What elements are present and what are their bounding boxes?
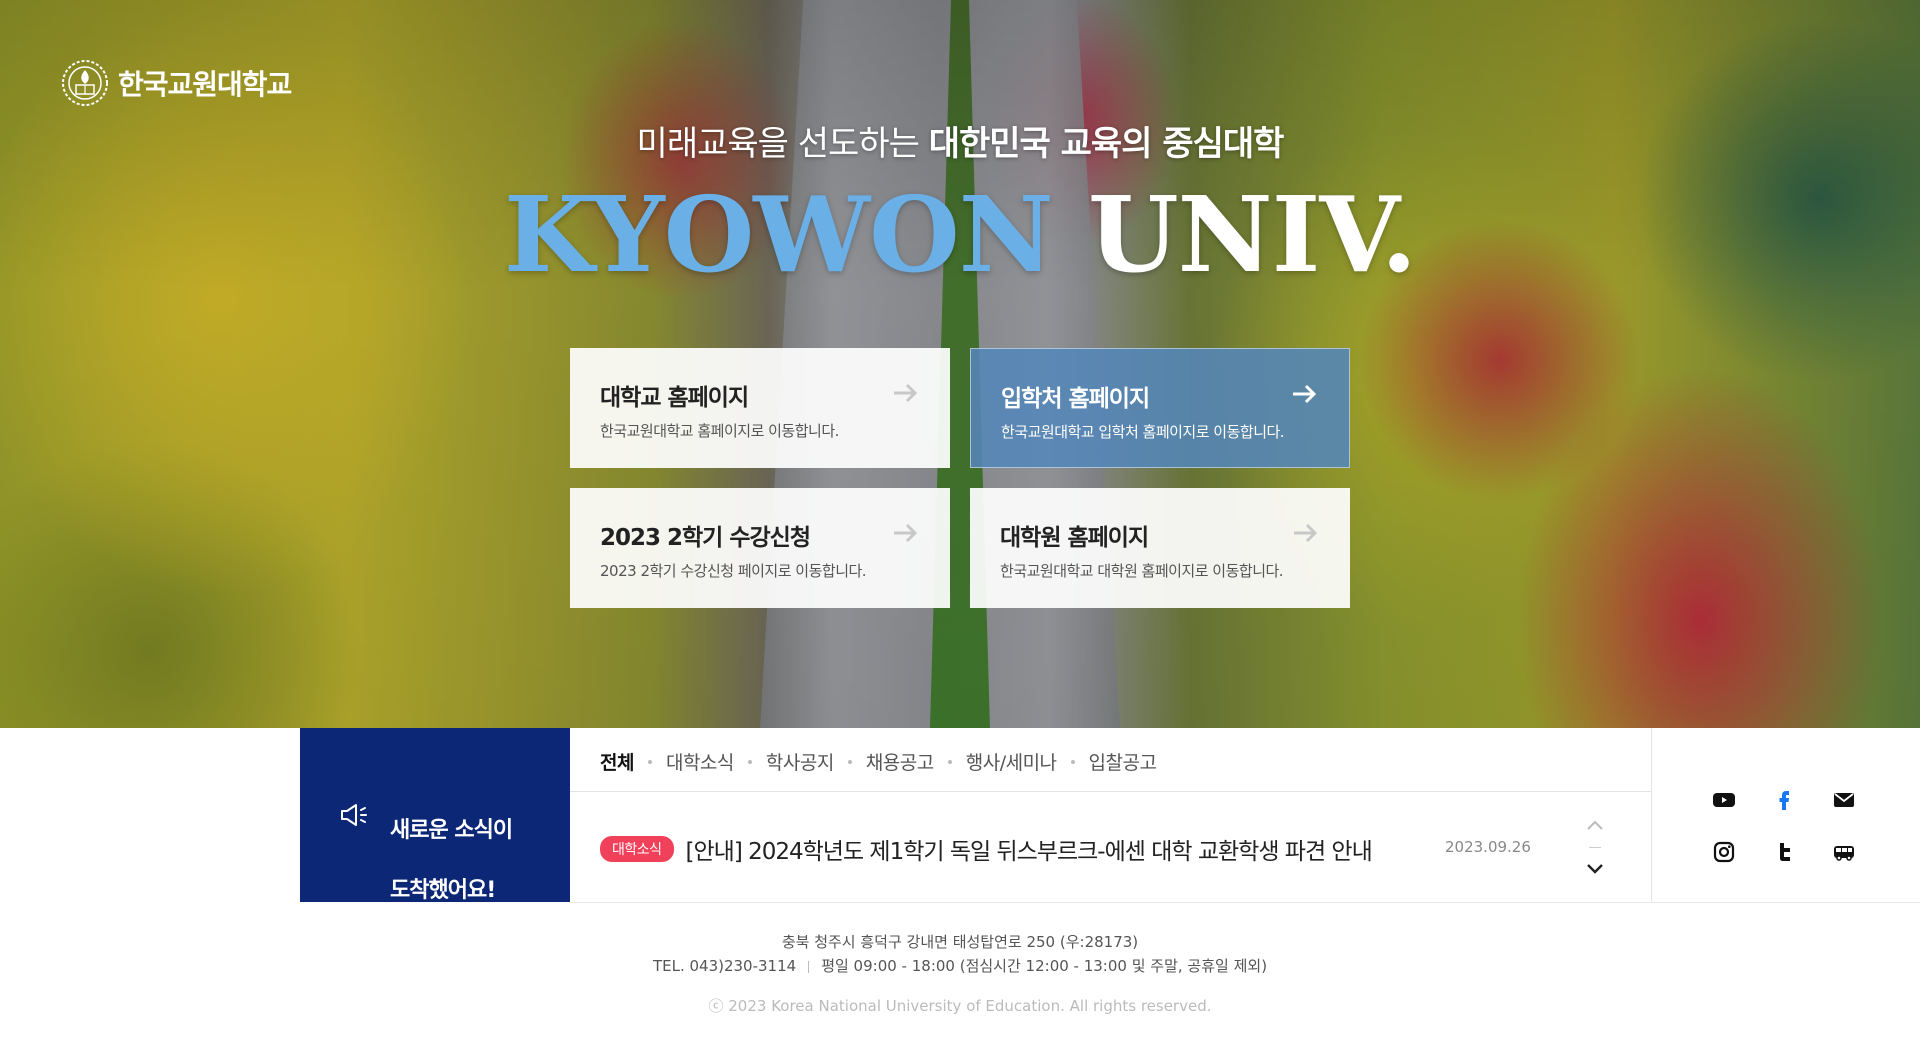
megaphone-icon: [341, 804, 367, 826]
facebook-icon[interactable]: [1772, 788, 1796, 812]
university-emblem-icon: [62, 60, 108, 106]
quick-link-course-registration[interactable]: 2023 2학기 수강신청 2023 2학기 수강신청 페이지로 이동합니다.: [570, 488, 950, 608]
news-message-line1: 새로운 소식이: [390, 818, 513, 843]
tab-all[interactable]: 전체: [600, 748, 634, 775]
news-panel: 전체 대학소식 학사공지 채용공고 행사/세미나 입찰공고 대학소식 [안내] …: [570, 728, 1651, 902]
tab-recruitment[interactable]: 채용공고: [866, 748, 934, 775]
news-item[interactable]: 대학소식 [안내] 2024학년도 제1학기 독일 뒤스부르크-에센 대학 교환…: [600, 832, 1373, 866]
youtube-icon[interactable]: [1712, 788, 1736, 812]
instagram-icon[interactable]: [1712, 840, 1736, 864]
hero-tagline: 미래교육을 선도하는 대한민국 교육의 중심대학: [0, 116, 1920, 165]
news-message-line2: 도착했어요!: [390, 878, 496, 903]
brand-kyowon: KYOWON: [503, 173, 1054, 296]
tab-academic-notice[interactable]: 학사공지: [766, 748, 834, 775]
quick-link-desc: 2023 2학기 수강신청 페이지로 이동합니다.: [600, 562, 867, 580]
quick-link-desc: 한국교원대학교 홈페이지로 이동합니다.: [600, 422, 839, 440]
quick-link-title: 입학처 홈페이지: [1001, 386, 1150, 412]
tab-events-seminar[interactable]: 행사/세미나: [966, 748, 1057, 775]
brand-univ: UNIV.: [1052, 173, 1417, 296]
quick-link-title: 대학원 홈페이지: [1000, 525, 1149, 551]
quick-link-graduate[interactable]: 대학원 홈페이지 한국교원대학교 대학원 홈페이지로 이동합니다.: [970, 488, 1350, 608]
footer-contact: TEL. 043)230-3114 평일 09:00 - 18:00 (점심시간 …: [0, 955, 1920, 976]
footer-hours: 평일 09:00 - 18:00 (점심시간 12:00 - 13:00 및 주…: [821, 957, 1268, 975]
quick-link-desc: 한국교원대학교 입학처 홈페이지로 이동합니다.: [1001, 423, 1285, 441]
tagline-light: 미래교육을 선도하는: [636, 124, 929, 164]
site-logo[interactable]: 한국교원대학교: [60, 58, 292, 108]
news-announcement-box: 새로운 소식이 도착했어요!: [300, 728, 570, 903]
footer-address: 충북 청주시 흥덕구 강내면 태성탑연로 250 (우:28173): [781, 933, 1139, 951]
quick-link-title: 2023 2학기 수강신청: [600, 525, 811, 551]
hero-brand-title: KYOWON UNIV.: [0, 180, 1920, 290]
news-category-badge: 대학소식: [600, 836, 674, 862]
tab-university-news[interactable]: 대학소식: [666, 748, 734, 775]
social-links: [1651, 728, 1920, 902]
quick-link-admission[interactable]: 입학처 홈페이지 한국교원대학교 입학처 홈페이지로 이동합니다.: [970, 348, 1350, 468]
twitter-icon[interactable]: [1772, 840, 1796, 864]
quick-link-desc: 한국교원대학교 대학원 홈페이지로 이동합니다.: [1000, 562, 1284, 580]
tab-bidding[interactable]: 입찰공고: [1089, 748, 1157, 775]
arrow-right-icon: [894, 523, 918, 543]
chevron-up-icon[interactable]: [1585, 816, 1605, 836]
news-message: 새로운 소식이 도착했어요!: [390, 786, 513, 936]
chevron-down-icon[interactable]: [1585, 858, 1605, 878]
news-item-date: 2023.09.26: [1445, 838, 1531, 856]
logo-text: 한국교원대학교: [118, 68, 292, 101]
quick-link-title: 대학교 홈페이지: [600, 385, 749, 411]
tagline-bold: 대한민국 교육의 중심대학: [928, 124, 1285, 164]
footer-tel: TEL. 043)230-3114: [652, 957, 797, 975]
quick-link-university[interactable]: 대학교 홈페이지 한국교원대학교 홈페이지로 이동합니다.: [570, 348, 950, 468]
hero-section: 한국교원대학교 미래교육을 선도하는 대한민국 교육의 중심대학 KYOWON …: [0, 0, 1920, 728]
footer-copyright: ⓒ 2023 Korea National University of Educ…: [708, 997, 1212, 1015]
bus-icon[interactable]: [1832, 840, 1856, 864]
mail-icon[interactable]: [1832, 788, 1856, 812]
news-item-title[interactable]: [안내] 2024학년도 제1학기 독일 뒤스부르크-에센 대학 교환학생 파견…: [686, 832, 1373, 866]
quick-links: 대학교 홈페이지 한국교원대학교 홈페이지로 이동합니다. 입학처 홈페이지 한…: [570, 348, 1350, 608]
arrow-right-icon: [1293, 384, 1317, 404]
arrow-right-icon: [894, 383, 918, 403]
news-tabs: 전체 대학소식 학사공지 채용공고 행사/세미나 입찰공고: [600, 748, 1157, 775]
arrow-right-icon: [1294, 523, 1318, 543]
